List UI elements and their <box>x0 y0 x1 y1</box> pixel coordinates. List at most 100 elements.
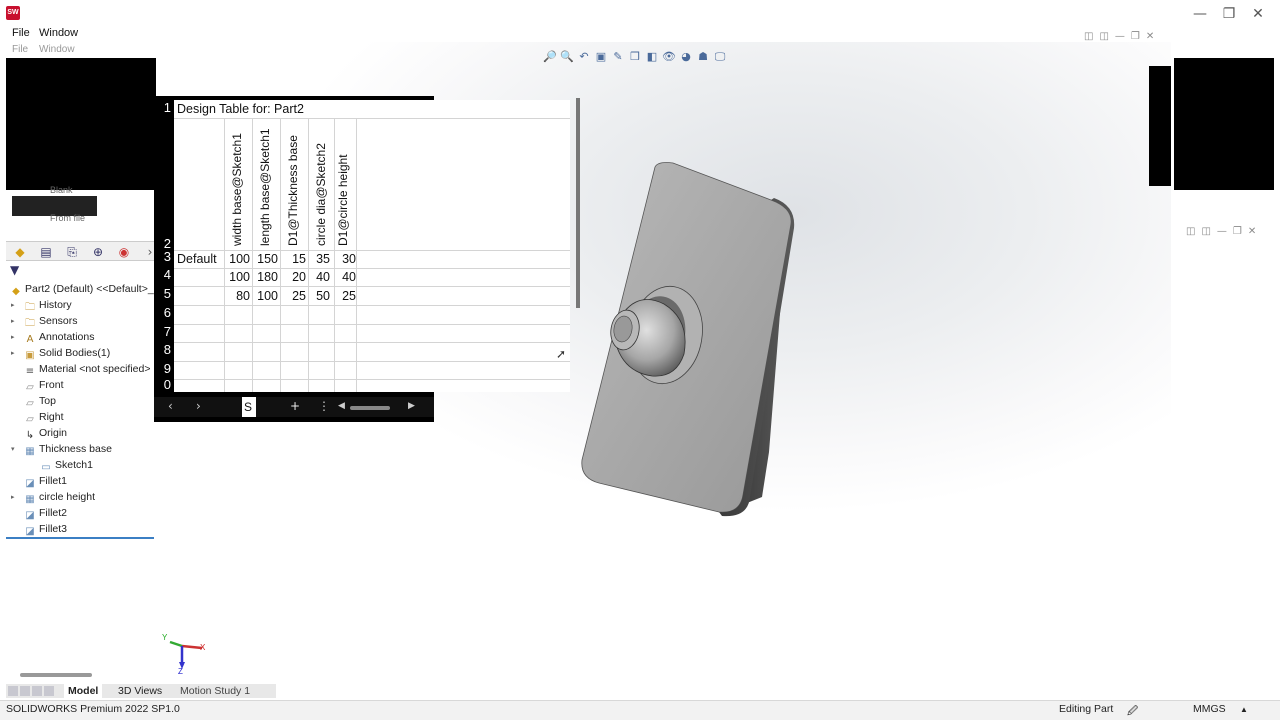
value-cell[interactable]: 150 <box>252 252 278 266</box>
previous-view-icon[interactable]: ↶ <box>577 50 591 64</box>
tree-item-fillet2[interactable]: ◪ Fillet2 <box>24 505 67 521</box>
filter-icon[interactable]: ▼ <box>10 263 19 277</box>
row-number[interactable]: 8 <box>164 342 171 357</box>
zoom-to-fit-icon[interactable]: 🔎 <box>543 50 557 64</box>
apply-scene-icon[interactable]: ☗ <box>696 50 710 64</box>
tab-last-icon[interactable] <box>44 686 54 696</box>
expand-arrow-icon[interactable]: ▸ <box>11 313 15 329</box>
excel-menu-window[interactable]: Window <box>39 44 75 55</box>
rebuild-status-icon[interactable]: 🖉 <box>1127 703 1138 721</box>
value-cell[interactable]: 35 <box>304 252 330 266</box>
viewport-mini-controls[interactable]: ◫◫—❐✕ <box>1084 31 1160 42</box>
displaymanager-tab-icon[interactable]: ◉ <box>114 244 134 260</box>
value-cell[interactable]: 15 <box>280 252 306 266</box>
tree-item-annotations[interactable]: ▸ A Annotations <box>11 329 94 345</box>
panel-scrollbar[interactable] <box>20 673 92 677</box>
tab-3d-views[interactable]: 3D Views <box>114 684 166 698</box>
tree-item-history[interactable]: ▸ 🗀 History <box>11 297 72 313</box>
value-cell[interactable]: 180 <box>252 270 278 284</box>
zoom-to-area-icon[interactable]: 🔍 <box>560 50 574 64</box>
view-orientation-icon[interactable]: ❒ <box>628 50 642 64</box>
value-cell[interactable]: 100 <box>224 252 250 266</box>
row-number[interactable]: 4 <box>164 267 171 282</box>
tree-item-material-not-specified[interactable]: ≡ Material <not specified> <box>24 361 151 377</box>
row-number[interactable]: 1 <box>164 100 171 115</box>
featuremanager-tab-icon[interactable]: ◆ <box>10 244 30 260</box>
table-vertical-scrollbar[interactable] <box>576 98 580 308</box>
view-settings-icon[interactable]: 🖵 <box>713 50 727 64</box>
tab-prev-icon[interactable] <box>20 686 30 696</box>
menu-window[interactable]: Window <box>39 27 78 39</box>
value-cell[interactable]: 40 <box>304 270 330 284</box>
tree-item-right[interactable]: ▱ Right <box>24 409 63 425</box>
value-cell[interactable]: 50 <box>304 289 330 303</box>
tab-model[interactable]: Model <box>64 684 103 698</box>
menu-file[interactable]: File <box>12 27 30 39</box>
value-cell[interactable]: 40 <box>330 270 356 284</box>
minimize-button[interactable]: — <box>1188 6 1212 22</box>
restore-button[interactable]: ❐ <box>1217 6 1241 22</box>
expand-arrow-icon[interactable]: ▸ <box>11 345 15 361</box>
tree-item-fillet3[interactable]: ◪ Fillet3 <box>24 521 67 537</box>
sheet-prev-button[interactable]: ‹ <box>168 399 173 413</box>
close-button[interactable]: ✕ <box>1246 6 1270 22</box>
row-number[interactable]: 7 <box>164 324 171 339</box>
excel-menu-file[interactable]: File <box>12 44 28 55</box>
tab-first-icon[interactable] <box>8 686 18 696</box>
dimxpertmanager-tab-icon[interactable]: ⊕ <box>88 244 108 260</box>
tree-item-circle-height[interactable]: ▸ ▦ circle height <box>11 489 95 505</box>
value-cell[interactable]: 30 <box>330 252 356 266</box>
sheet-next-button[interactable]: › <box>196 399 201 413</box>
dynamic-annotation-icon[interactable]: ✎ <box>611 50 625 64</box>
column-header[interactable]: circle dia@Sketch2 <box>314 143 328 246</box>
scroll-right-icon[interactable]: ▶ <box>408 401 415 411</box>
tree-item-top[interactable]: ▱ Top <box>24 393 56 409</box>
solidworks-logo-icon[interactable]: SW <box>6 6 20 20</box>
expand-arrow-icon[interactable]: ▸ <box>11 329 15 345</box>
column-header[interactable]: D1@Thickness base <box>286 135 300 246</box>
expand-arrow-icon[interactable]: ▾ <box>11 441 15 457</box>
edit-appearance-icon[interactable]: ◕ <box>679 50 693 64</box>
tree-item-front[interactable]: ▱ Front <box>24 377 63 393</box>
row-number[interactable]: 6 <box>164 305 171 320</box>
value-cell[interactable]: 80 <box>224 289 250 303</box>
radio-from-file[interactable]: From file <box>50 213 85 223</box>
hide-show-items-icon[interactable]: 👁 <box>662 50 676 64</box>
tree-item-origin[interactable]: ↳ Origin <box>24 425 67 441</box>
tree-item-thickness-base[interactable]: ▾ ▦ Thickness base <box>11 441 112 457</box>
sheet-menu-button[interactable]: ⋮ <box>318 399 330 413</box>
config-name-cell[interactable]: Default <box>177 252 227 266</box>
sheet-tab[interactable]: S <box>242 397 256 417</box>
tab-next-icon[interactable] <box>32 686 42 696</box>
unit-menu-arrow-icon[interactable]: ▲ <box>1240 705 1248 714</box>
column-header[interactable]: length base@Sketch1 <box>258 128 272 246</box>
value-cell[interactable]: 100 <box>252 289 278 303</box>
configurationmanager-tab-icon[interactable]: ⎘ <box>62 244 82 260</box>
radio-blank[interactable]: Blank <box>50 185 73 195</box>
row-number[interactable]: 3 <box>164 249 171 264</box>
row-number[interactable]: 0 <box>164 377 171 392</box>
add-sheet-button[interactable]: + <box>290 399 300 413</box>
value-cell[interactable]: 25 <box>330 289 356 303</box>
tree-item-sketch1[interactable]: ▭ Sketch1 <box>40 457 93 473</box>
tree-item-fillet1[interactable]: ◪ Fillet1 <box>24 473 67 489</box>
section-view-icon[interactable]: ▣ <box>594 50 608 64</box>
row-number[interactable]: 9 <box>164 361 171 376</box>
value-cell[interactable]: 20 <box>280 270 306 284</box>
scroll-left-icon[interactable]: ◀ <box>338 401 345 411</box>
design-table-grid[interactable]: Design Table for: Part2 width base@Sketc… <box>174 100 570 392</box>
tab-motion-study[interactable]: Motion Study 1 <box>176 684 254 698</box>
expand-arrow-icon[interactable]: ▸ <box>11 297 15 313</box>
tree-item-solid-bodies-1[interactable]: ▸ ▣ Solid Bodies(1) <box>11 345 110 361</box>
pane-mini-controls[interactable]: ◫◫—❐✕ <box>1186 226 1262 237</box>
value-cell[interactable]: 100 <box>224 270 250 284</box>
expand-arrow-icon[interactable]: ▸ <box>11 489 15 505</box>
rollback-bar[interactable] <box>6 537 154 539</box>
value-cell[interactable]: 25 <box>280 289 306 303</box>
horizontal-scroll-thumb[interactable] <box>350 406 390 410</box>
tree-item-sensors[interactable]: ▸ 🗀 Sensors <box>11 313 78 329</box>
column-header[interactable]: width base@Sketch1 <box>230 133 244 246</box>
tree-root-part[interactable]: ◆ Part2 (Default) <<Default>_P <box>10 281 161 297</box>
column-header[interactable]: D1@circle height <box>336 154 350 246</box>
row-number[interactable]: 5 <box>164 286 171 301</box>
